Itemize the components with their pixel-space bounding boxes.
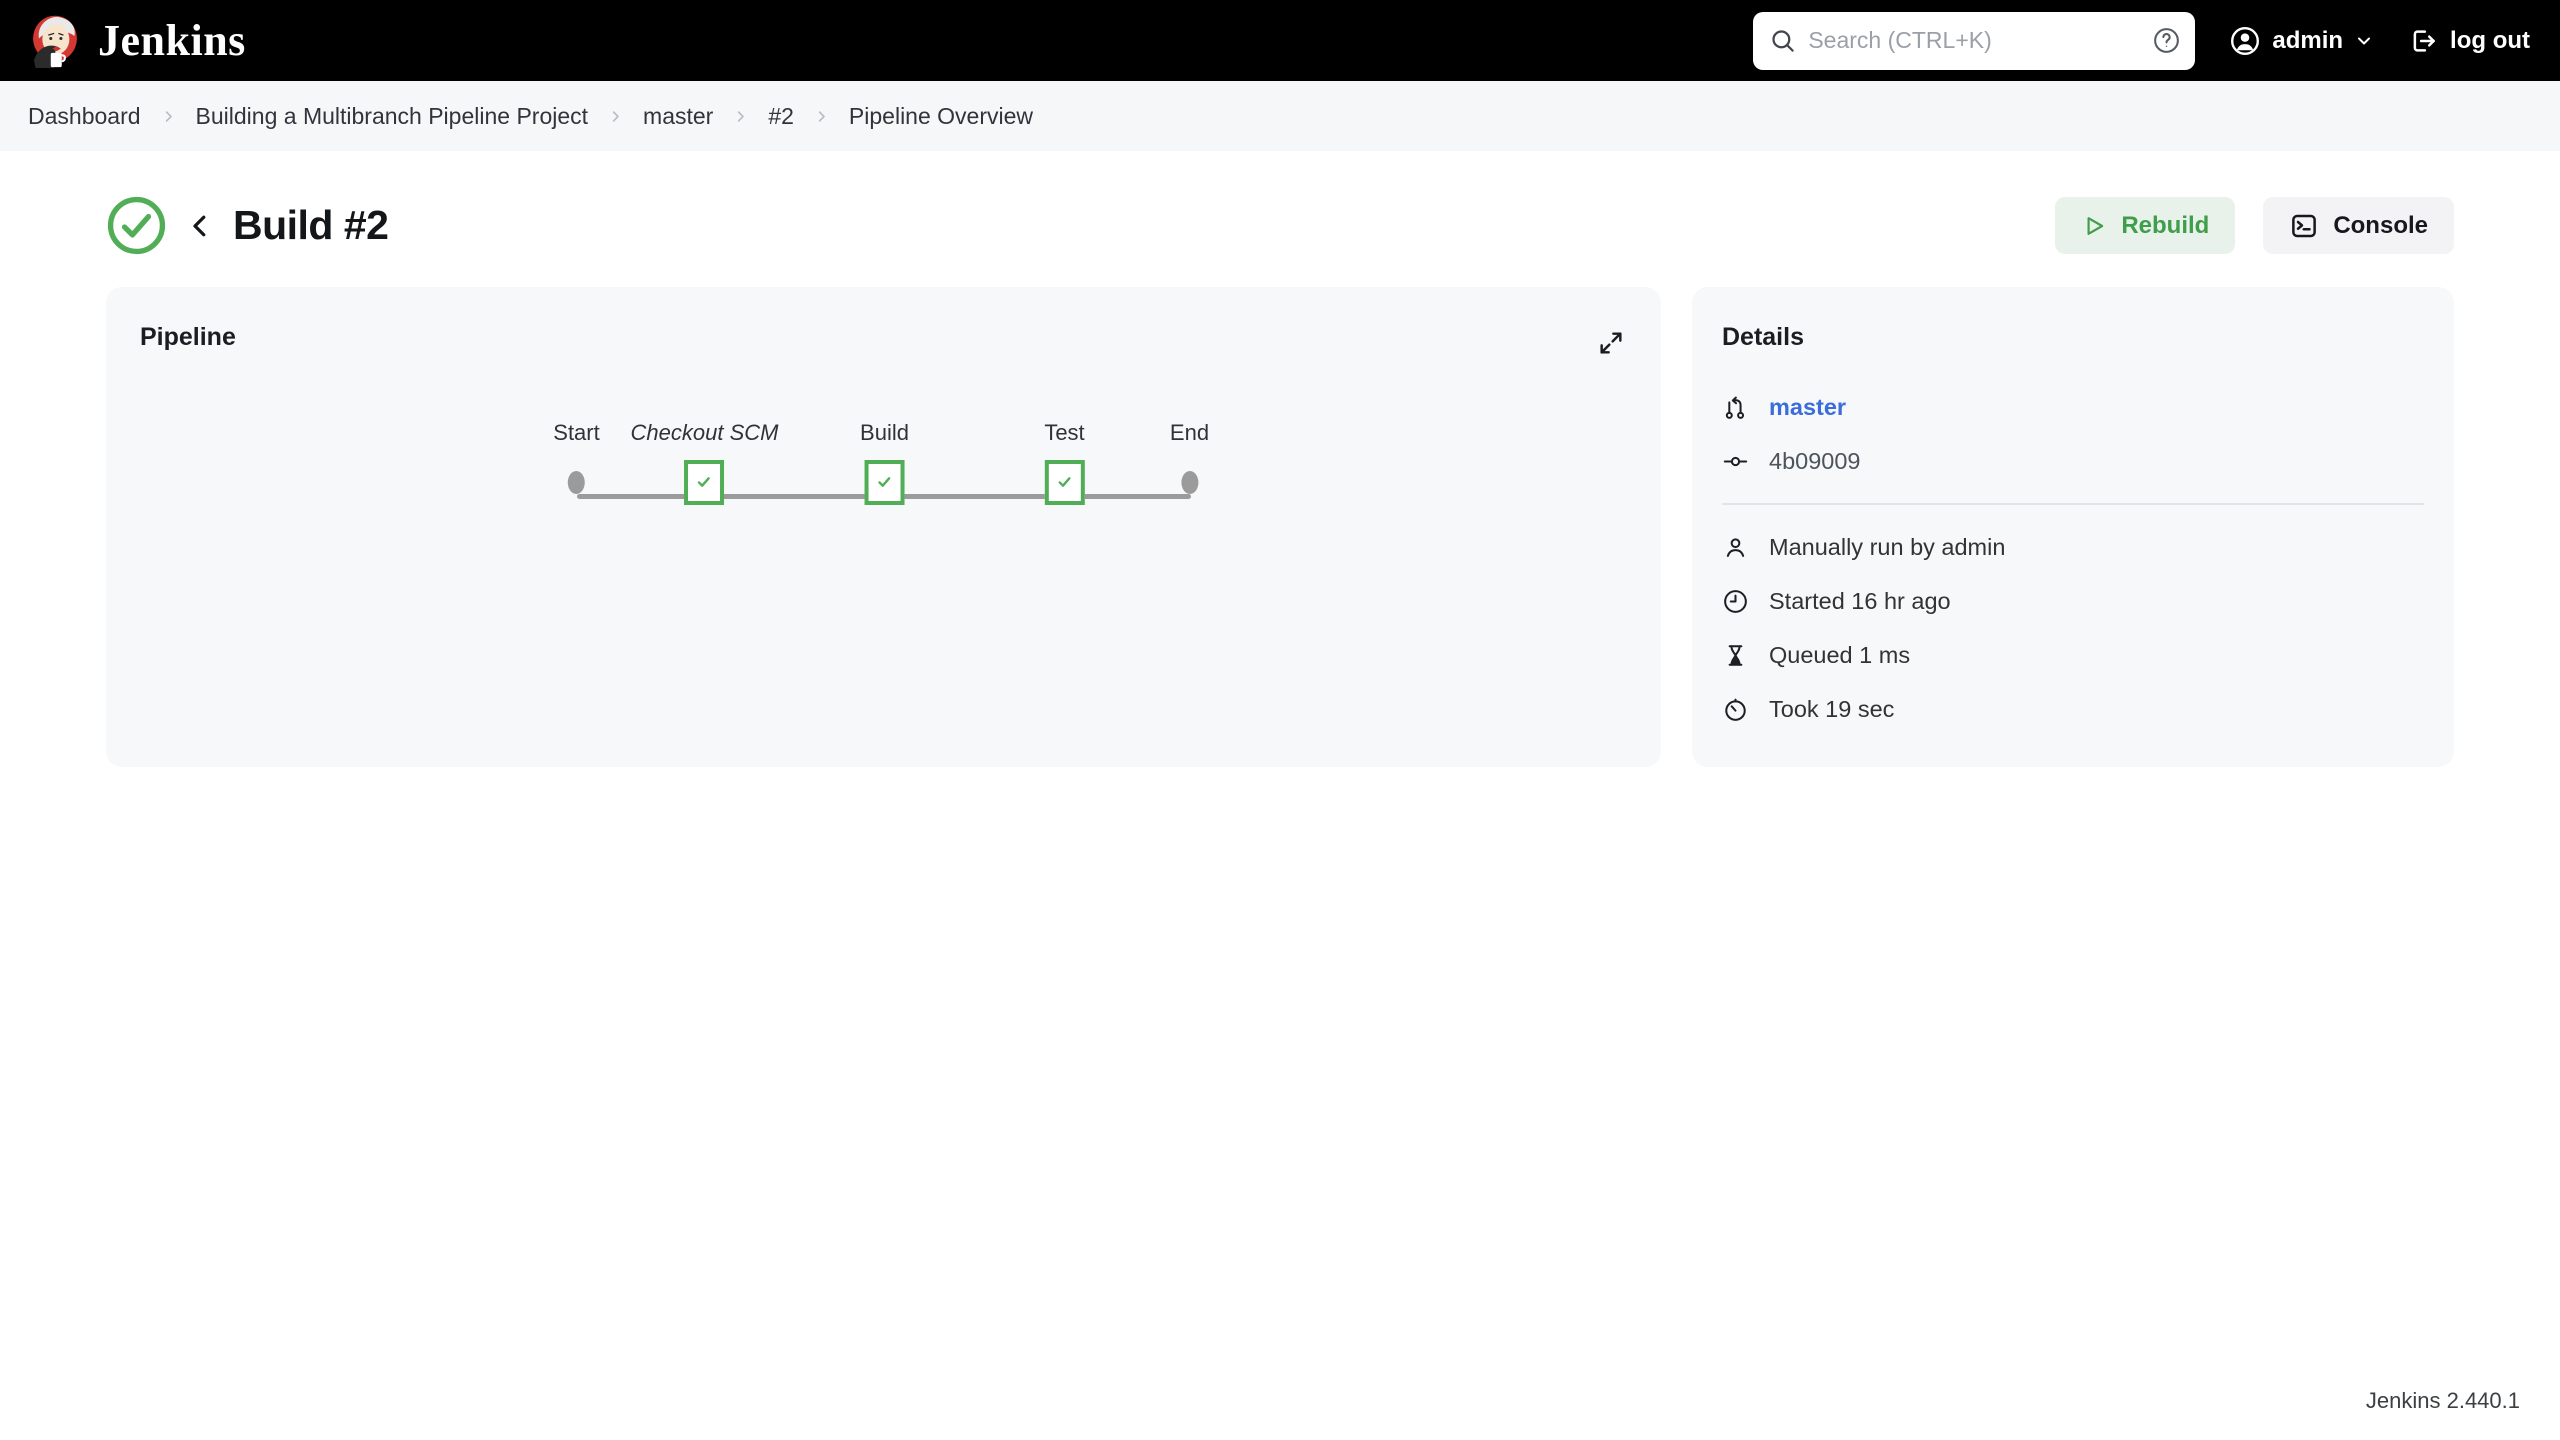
user-menu[interactable]: admin: [2229, 25, 2374, 57]
stage-success-icon[interactable]: [1044, 459, 1085, 505]
breadcrumb-pipeline-overview[interactable]: Pipeline Overview: [849, 103, 1033, 130]
pipeline-graph: Start Checkout SCM Build Test End: [553, 418, 1209, 528]
back-button[interactable]: [185, 211, 215, 241]
stage-success-icon[interactable]: [864, 459, 905, 505]
stage-label: Checkout SCM: [630, 420, 779, 445]
pipeline-card-title: Pipeline: [140, 323, 236, 351]
user-name: admin: [2272, 26, 2344, 54]
search-icon: [1769, 27, 1796, 54]
end-node-dot: [1181, 470, 1198, 494]
stage-checkout-scm: Checkout SCM: [630, 418, 779, 514]
jenkins-version-link[interactable]: Jenkins 2.440.1: [2366, 1388, 2520, 1414]
masthead: Jenkins Search (CTRL+K) admin log out: [0, 0, 2560, 81]
console-label: Console: [2333, 211, 2428, 239]
page-title: Build #2: [233, 202, 389, 248]
details-divider: [1722, 503, 2424, 505]
masthead-controls: admin log out: [1753, 11, 2530, 70]
commit-icon: [1722, 448, 1749, 475]
chevron-right-icon: [733, 109, 748, 124]
rebuild-label: Rebuild: [2121, 211, 2210, 239]
chevron-right-icon: [608, 109, 623, 124]
logout-button[interactable]: log out: [2408, 26, 2530, 56]
clock-icon: [1722, 588, 1749, 615]
brand-title: Jenkins: [98, 16, 246, 65]
details-card: Details master 4b09009 Manually run by a…: [1692, 287, 2454, 767]
detail-commit-row: 4b09009: [1722, 434, 2424, 488]
stage-label: Build: [860, 420, 909, 445]
stage-label: End: [1169, 420, 1210, 445]
stopwatch-icon: [1722, 696, 1749, 723]
help-icon[interactable]: [2152, 26, 2181, 55]
details-card-title: Details: [1722, 323, 1804, 351]
breadcrumb: Dashboard Building a Multibranch Pipelin…: [0, 81, 2560, 151]
jenkins-home-link[interactable]: Jenkins: [28, 13, 246, 69]
detail-queued-row: Queued 1 ms: [1722, 628, 2424, 682]
detail-branch-row: master: [1722, 380, 2424, 434]
play-icon: [2081, 213, 2107, 239]
chevron-down-icon: [2354, 31, 2374, 51]
breadcrumb-project[interactable]: Building a Multibranch Pipeline Project: [196, 103, 589, 130]
build-status-success-icon: [106, 195, 167, 256]
start-node-dot: [568, 470, 585, 494]
stage-build: Build: [860, 418, 909, 514]
breadcrumb-branch[interactable]: master: [643, 103, 713, 130]
detail-took-row: Took 19 sec: [1722, 682, 2424, 736]
console-button[interactable]: Console: [2263, 197, 2454, 254]
jenkins-logo-icon: [28, 13, 82, 69]
chevron-right-icon: [161, 109, 176, 124]
stage-label: Test: [1044, 420, 1085, 445]
took-text: Took 19 sec: [1769, 695, 1895, 722]
rebuild-button[interactable]: Rebuild: [2055, 197, 2236, 254]
breadcrumb-dashboard[interactable]: Dashboard: [28, 103, 141, 130]
git-branch-icon: [1722, 394, 1749, 421]
branch-link[interactable]: master: [1769, 394, 1846, 421]
stage-test: Test: [1044, 418, 1085, 514]
logout-icon: [2408, 26, 2438, 56]
pipeline-card: Pipeline Start Checkout SCM Build Test E…: [106, 287, 1661, 767]
main-content: Build #2 Rebuild Console Pipeline Start …: [0, 195, 2560, 767]
chevron-right-icon: [814, 109, 829, 124]
hourglass-icon: [1722, 642, 1749, 669]
stage-end: End: [1170, 418, 1209, 514]
expand-icon[interactable]: [1593, 325, 1629, 361]
breadcrumb-build-number[interactable]: #2: [768, 103, 794, 130]
search-box: [1753, 11, 2196, 70]
user-avatar-icon: [2229, 25, 2261, 57]
commit-hash: 4b09009: [1769, 447, 1861, 474]
terminal-icon: [2289, 211, 2319, 241]
queued-text: Queued 1 ms: [1769, 641, 1911, 668]
detail-started-row: Started 16 hr ago: [1722, 574, 2424, 628]
logout-label: log out: [2450, 26, 2530, 54]
cause-text: Manually run by admin: [1769, 533, 2006, 560]
build-header: Build #2 Rebuild Console: [106, 195, 2454, 256]
detail-cause-row: Manually run by admin: [1722, 520, 2424, 574]
stage-label: Start: [553, 420, 600, 445]
stage-start: Start: [553, 418, 600, 514]
search-input[interactable]: [1808, 27, 2141, 54]
stage-success-icon[interactable]: [684, 459, 725, 505]
person-icon: [1722, 534, 1749, 561]
started-text: Started 16 hr ago: [1769, 587, 1951, 614]
